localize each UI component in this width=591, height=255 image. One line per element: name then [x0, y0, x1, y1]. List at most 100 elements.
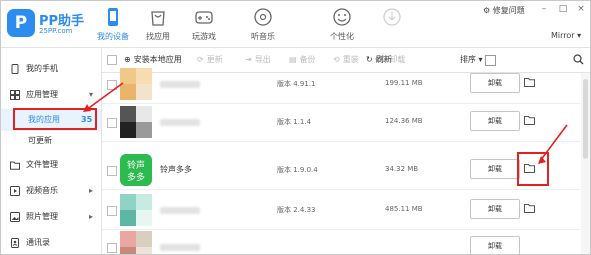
sidebar-item-video-music[interactable]: 视频音乐 ▸: [1, 180, 101, 202]
table-row[interactable]: 卸载: [102, 228, 580, 254]
sort-label: 排序: [460, 55, 476, 64]
smiley-icon: [333, 8, 351, 26]
table-row[interactable]: 版本 2.4.33 485.11 MB 卸载: [102, 191, 580, 230]
minimize-icon[interactable]: –: [538, 4, 550, 14]
sidebar-item-file-management[interactable]: 文件管理: [1, 154, 101, 176]
nav-find-apps[interactable]: 找应用: [135, 1, 181, 47]
app-thumbnail-icon: [120, 231, 152, 254]
app-size: 124.36 MB: [385, 117, 423, 125]
chevron-down-icon: ▾: [476, 55, 483, 64]
reinstall-label: 重装: [342, 55, 359, 64]
highlight-box-folder: [517, 152, 549, 186]
gamepad-icon: [195, 11, 213, 24]
row-checkbox[interactable]: [107, 118, 117, 128]
ringtone-app-icon: 铃声 多多: [120, 154, 152, 186]
shopping-bag-icon: [151, 11, 165, 26]
sidebar-item-my-phone[interactable]: 我的手机: [1, 58, 101, 80]
chevron-right-icon: ▸: [89, 186, 94, 195]
row-checkbox[interactable]: [107, 243, 117, 253]
sidebar: 我的手机 应用管理 ▾ 我的应用 35 可更新 文件管理 视频音乐 ▸ 照片管理…: [1, 48, 102, 254]
phone-icon: [108, 8, 118, 26]
apps-grid-icon: [10, 90, 20, 100]
app-version: 版本 4.91.1: [277, 80, 316, 88]
select-all-checkbox[interactable]: [107, 55, 117, 65]
phone-outline-icon: [11, 64, 19, 74]
install-local-label: 安装本地应用: [133, 55, 182, 64]
refresh-label: 刷新: [375, 55, 392, 64]
device-selector[interactable]: Mirror ▾: [551, 31, 581, 40]
repair-issue-link[interactable]: ⚙ 修复问题: [483, 5, 525, 16]
app-thumbnail-icon: [120, 106, 152, 138]
uninstall-label: 卸载: [389, 55, 406, 64]
open-folder-icon[interactable]: [524, 203, 535, 213]
sidebar-item-label: 应用管理: [26, 90, 58, 99]
ringtone-icon-text: 多多: [127, 171, 145, 183]
sidebar-item-label: 通讯录: [26, 238, 50, 247]
uninstall-app-button[interactable]: 卸载: [470, 199, 520, 219]
app-size: 199.11 MB: [385, 79, 423, 87]
sidebar-subitem-label: 可更新: [28, 136, 52, 145]
app-name-blurred: [160, 119, 200, 126]
nav-label: 找应用: [146, 32, 170, 41]
wrench-icon: ⚙: [483, 6, 491, 15]
device-name: Mirror: [551, 31, 575, 40]
table-row[interactable]: 铃声 多多 铃声多多 版本 1.9.0.4 34.32 MB 卸载: [102, 151, 580, 190]
row-checkbox[interactable]: [107, 206, 117, 216]
brand-url: 25PP.com: [39, 27, 73, 35]
table-row[interactable]: 版本 1.1.4 124.36 MB 卸载: [102, 103, 580, 142]
music-disc-icon: [254, 8, 272, 26]
top-navigation-bar: P PP助手 25PP.com 我的设备 找应用 玩游戏 听音乐 个性化 ⚙ 修…: [1, 1, 590, 48]
app-name: 铃声多多: [160, 165, 192, 174]
table-row[interactable]: 版本 4.91.1 199.11 MB 卸载: [102, 65, 580, 104]
chevron-right-icon: ▸: [89, 212, 94, 221]
sidebar-item-label: 我的手机: [26, 64, 58, 73]
pp-logo-icon: P: [7, 9, 35, 37]
app-name-blurred: [160, 244, 200, 251]
open-folder-icon[interactable]: [524, 115, 535, 125]
nav-my-device[interactable]: 我的设备: [90, 1, 136, 47]
image-icon: [10, 212, 20, 222]
nav-downloads[interactable]: [369, 1, 415, 47]
chevron-down-icon: ▾: [89, 90, 94, 99]
app-thumbnail-icon: [120, 68, 152, 100]
sidebar-item-label: 视频音乐: [26, 186, 58, 195]
sidebar-item-app-management[interactable]: 应用管理 ▾: [1, 84, 101, 106]
nav-listen-music[interactable]: 听音乐: [240, 1, 286, 47]
row-checkbox[interactable]: [107, 166, 117, 176]
maximize-icon[interactable]: □: [557, 4, 569, 14]
app-size: 485.11 MB: [385, 205, 423, 213]
scrollbar-thumb[interactable]: [583, 79, 588, 159]
app-name-blurred: [160, 81, 200, 88]
chevron-down-icon: ▾: [577, 31, 582, 40]
uninstall-app-button[interactable]: 卸载: [470, 73, 520, 93]
play-icon: [10, 186, 20, 196]
uninstall-app-button[interactable]: 卸载: [470, 159, 520, 179]
sidebar-subitem-updatable[interactable]: 可更新: [1, 130, 101, 152]
nav-label: 个性化: [330, 32, 354, 41]
ringtone-icon-text: 铃声: [127, 159, 145, 171]
export-label: 导出: [254, 55, 271, 64]
sidebar-item-contacts[interactable]: 通讯录: [1, 232, 101, 254]
search-icon[interactable]: [573, 54, 584, 65]
app-name-blurred: [160, 207, 200, 214]
open-folder-icon[interactable]: [524, 77, 535, 87]
app-version: 版本 2.4.33: [277, 206, 316, 214]
close-icon[interactable]: ×: [575, 4, 587, 14]
app-version: 版本 1.1.4: [277, 118, 312, 126]
backup-label: 备份: [299, 55, 316, 64]
nav-play-games[interactable]: 玩游戏: [181, 1, 227, 47]
app-list: 版本 4.91.1 199.11 MB 卸载 版本 1.1.4 124.36 M…: [102, 68, 580, 254]
row-checkbox[interactable]: [107, 80, 117, 90]
highlight-box-my-apps: [13, 108, 97, 130]
uninstall-app-button[interactable]: 卸载: [470, 111, 520, 131]
repair-issue-label: 修复问题: [492, 6, 525, 15]
nav-label: 我的设备: [97, 32, 129, 41]
folder-icon: [10, 161, 20, 170]
app-size: 34.32 MB: [385, 165, 419, 173]
nav-label: 玩游戏: [192, 32, 216, 41]
uninstall-app-button[interactable]: 卸载: [470, 236, 520, 254]
sidebar-item-photo-management[interactable]: 照片管理 ▸: [1, 206, 101, 228]
nav-label: 听音乐: [251, 32, 275, 41]
nav-personalize[interactable]: 个性化: [319, 1, 365, 47]
app-thumbnail-icon: [120, 194, 152, 226]
